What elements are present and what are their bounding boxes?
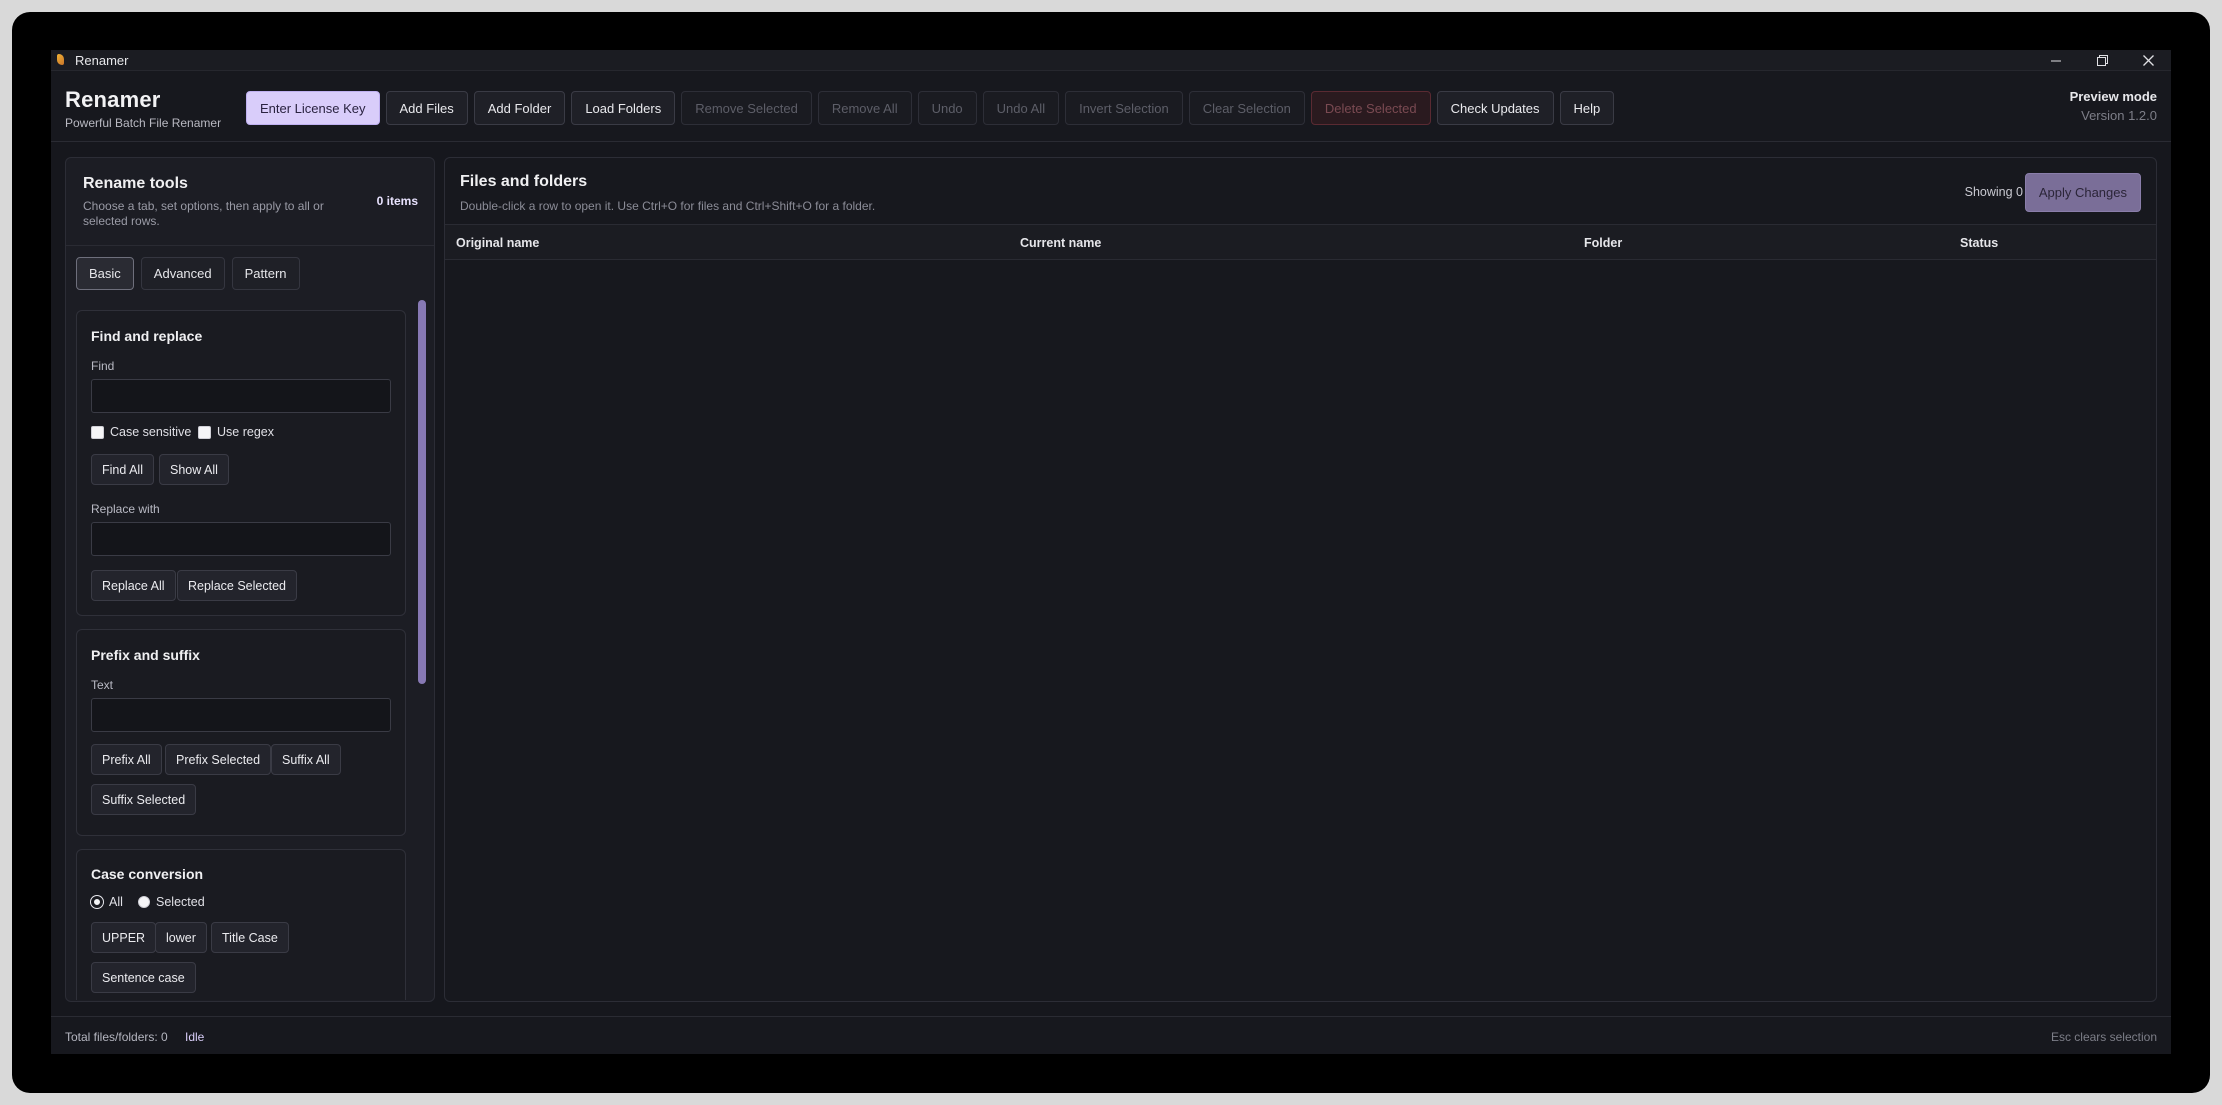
case-sensitive-label: Case sensitive: [110, 425, 192, 439]
find-replace-section: Find and replace Find Case sensitive Use…: [76, 310, 406, 616]
showing-count: Showing 0: [1964, 185, 2023, 199]
tab-advanced[interactable]: Advanced: [140, 257, 225, 290]
replace-all-button[interactable]: Replace All: [91, 570, 176, 601]
undo-all-button[interactable]: Undo All: [982, 91, 1060, 125]
suffix-selected-button[interactable]: Suffix Selected: [91, 784, 197, 815]
rename-tools-panel: Rename tools Choose a tab, set options, …: [65, 157, 435, 1002]
column-current-name[interactable]: Current name: [1020, 236, 1101, 250]
app-state-status: Idle: [185, 1030, 205, 1044]
help-button[interactable]: Help: [1559, 91, 1615, 125]
case-sensitive-checkbox[interactable]: Case sensitive: [91, 425, 191, 439]
app-header: Renamer Powerful Batch File Renamer Ente…: [51, 71, 2171, 142]
find-all-button[interactable]: Find All: [91, 454, 154, 485]
case-conversion-title: Case conversion: [91, 866, 204, 882]
scope-selected-label: Selected: [156, 895, 205, 909]
case-conversion-section: Case conversion All Selected UPPER lower…: [76, 849, 406, 1000]
show-all-button[interactable]: Show All: [159, 454, 229, 485]
close-icon: [2142, 55, 2154, 66]
rename-tools-header: Rename tools Choose a tab, set options, …: [66, 158, 434, 246]
window-title: Renamer: [75, 52, 129, 68]
window-controls: [2033, 50, 2171, 71]
restore-button[interactable]: [2079, 50, 2125, 71]
text-label: Text: [91, 678, 114, 692]
column-original-name[interactable]: Original name: [456, 236, 539, 250]
close-window-button[interactable]: [2125, 50, 2171, 71]
add-folder-button[interactable]: Add Folder: [473, 91, 566, 125]
checkbox-box: [198, 425, 211, 439]
version-label: Version 1.2.0: [2081, 108, 2157, 123]
lower-case-button[interactable]: lower: [155, 922, 207, 953]
check-updates-button[interactable]: Check Updates: [1436, 91, 1554, 125]
app-tagline: Powerful Batch File Renamer: [65, 116, 222, 130]
prefix-selected-button[interactable]: Prefix Selected: [165, 744, 272, 775]
delete-selected-button[interactable]: Delete Selected: [1310, 91, 1431, 125]
files-panel: Files and folders Double-click a row to …: [444, 157, 2157, 1002]
rename-tools-title: Rename tools: [83, 175, 188, 192]
upper-case-button[interactable]: UPPER: [91, 922, 157, 953]
remove-all-button[interactable]: Remove All: [817, 91, 912, 125]
replace-label: Replace with: [91, 502, 160, 516]
radio-dot: [138, 896, 150, 908]
tab-basic[interactable]: Basic: [76, 257, 134, 290]
clear-selection-button[interactable]: Clear Selection: [1188, 91, 1305, 125]
app-window: Renamer Renamer Powerful Batch File Rena…: [51, 50, 2171, 1054]
scrollbar-thumb[interactable]: [418, 300, 426, 684]
prefix-suffix-section: Prefix and suffix Text Prefix All Prefix…: [76, 629, 406, 836]
app-logo-icon: [55, 53, 67, 67]
title-bar: Renamer: [51, 50, 2171, 71]
scope-all-radio[interactable]: All: [91, 895, 123, 909]
total-files-status: Total files/folders: 0: [65, 1030, 168, 1044]
sentence-case-button[interactable]: Sentence case: [91, 962, 196, 993]
apply-changes-button[interactable]: Apply Changes: [2024, 173, 2141, 212]
add-files-button[interactable]: Add Files: [385, 91, 468, 125]
invert-selection-button[interactable]: Invert Selection: [1065, 91, 1183, 125]
replace-input[interactable]: [91, 522, 391, 556]
suffix-all-button[interactable]: Suffix All: [271, 744, 341, 775]
mode-info: Preview mode Version 1.2.0: [2070, 89, 2157, 123]
restore-icon: [2096, 55, 2108, 66]
rename-tools-description: Choose a tab, set options, then apply to…: [83, 199, 324, 228]
status-bar: Total files/folders: 0 Idle Esc clears s…: [51, 1016, 2171, 1054]
find-input[interactable]: [91, 379, 391, 413]
find-label: Find: [91, 359, 115, 373]
tool-tabs: Basic Advanced Pattern: [76, 257, 300, 290]
checkbox-box: [91, 425, 104, 439]
scope-selected-radio[interactable]: Selected: [138, 895, 205, 909]
app-name: Renamer: [65, 87, 161, 112]
toolbar: Enter License Key Add Files Add Folder L…: [246, 91, 1615, 125]
files-description: Double-click a row to open it. Use Ctrl+…: [460, 199, 876, 213]
load-folders-button[interactable]: Load Folders: [571, 91, 676, 125]
title-case-button[interactable]: Title Case: [211, 922, 289, 953]
item-count: 0 items: [376, 194, 418, 208]
prefix-suffix-text-input[interactable]: [91, 698, 391, 732]
radio-dot: [91, 896, 103, 908]
prefix-all-button[interactable]: Prefix All: [91, 744, 162, 775]
brand: Renamer Powerful Batch File Renamer: [65, 87, 221, 130]
use-regex-checkbox[interactable]: Use regex: [198, 425, 274, 439]
undo-button[interactable]: Undo: [917, 91, 977, 125]
prefix-suffix-title: Prefix and suffix: [91, 647, 200, 663]
column-folder[interactable]: Folder: [1584, 236, 1622, 250]
tab-pattern[interactable]: Pattern: [231, 257, 300, 290]
mode-label: Preview mode: [2069, 89, 2157, 104]
enter-license-key-button[interactable]: Enter License Key: [246, 91, 380, 125]
files-table-header: Original name Current name Folder Status: [445, 224, 2156, 260]
tools-scrollbar[interactable]: [417, 300, 427, 1000]
files-title: Files and folders: [460, 173, 588, 190]
use-regex-label: Use regex: [217, 425, 274, 439]
minimize-icon: [2051, 60, 2061, 61]
scope-all-label: All: [109, 895, 123, 909]
replace-selected-button[interactable]: Replace Selected: [177, 570, 297, 601]
tools-scroll-area: Find and replace Find Case sensitive Use…: [76, 300, 423, 1000]
minimize-button[interactable]: [2033, 50, 2079, 71]
shortcut-hint: Esc clears selection: [2050, 1030, 2157, 1044]
column-status[interactable]: Status: [1960, 236, 1998, 250]
find-replace-title: Find and replace: [91, 328, 203, 344]
remove-selected-button[interactable]: Remove Selected: [681, 91, 812, 125]
